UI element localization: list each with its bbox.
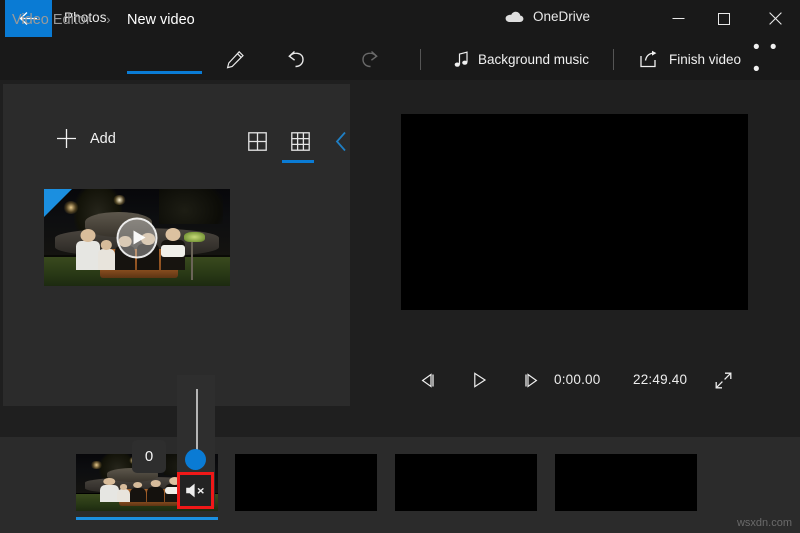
title-bar: Photos OneDrive (0, 0, 800, 38)
fullscreen-button[interactable] (706, 358, 740, 402)
redo-icon (359, 50, 380, 69)
add-media-label: Add (90, 131, 116, 147)
storyboard-timeline: wsxdn.com (0, 437, 800, 533)
minimize-button[interactable] (655, 0, 701, 37)
next-frame-icon (523, 373, 540, 388)
play-icon (473, 372, 487, 388)
toolbar-divider (420, 49, 421, 70)
play-button[interactable] (463, 358, 497, 402)
finish-video-label: Finish video (669, 52, 741, 67)
timeline-clip[interactable] (555, 454, 697, 511)
close-button[interactable] (752, 0, 798, 37)
chevron-left-icon (335, 131, 348, 152)
mute-button-highlight (177, 472, 214, 509)
breadcrumb-video-editor[interactable]: Video Editor (12, 12, 91, 28)
minimize-icon (672, 13, 685, 24)
more-options-button[interactable]: • • • (753, 38, 793, 80)
onedrive-status[interactable]: OneDrive (505, 9, 590, 24)
volume-slider-thumb[interactable] (185, 449, 206, 470)
previous-frame-icon (419, 373, 436, 388)
undo-button[interactable] (275, 38, 317, 80)
video-preview-surface[interactable] (401, 114, 748, 310)
video-editor-window: Photos OneDrive Video Editor › New video (0, 0, 800, 533)
undo-icon (286, 50, 307, 69)
finish-video-button[interactable]: Finish video (630, 38, 751, 80)
background-music-label: Background music (478, 52, 589, 67)
maximize-button[interactable] (701, 0, 747, 37)
next-frame-button[interactable] (514, 358, 548, 402)
breadcrumb-new-video[interactable]: New video (127, 12, 195, 28)
maximize-icon (718, 13, 730, 25)
redo-button[interactable] (348, 38, 390, 80)
music-note-icon (454, 51, 469, 68)
rename-edit-button[interactable] (214, 38, 256, 80)
library-thumbnail-item[interactable] (44, 189, 230, 286)
view-selected-underline (282, 160, 314, 163)
background-music-button[interactable]: Background music (444, 38, 599, 80)
onedrive-label: OneDrive (533, 9, 590, 24)
view-large-thumbnails-button[interactable] (240, 128, 274, 154)
playback-controls: 0:00.00 22:49.40 (401, 358, 748, 402)
close-icon (769, 12, 782, 25)
mute-button[interactable] (180, 475, 211, 506)
plus-icon (56, 128, 77, 149)
fullscreen-icon (715, 372, 732, 389)
timeline-clip[interactable] (395, 454, 537, 511)
speaker-mute-icon (185, 482, 206, 499)
grid-large-icon (248, 132, 267, 151)
share-export-icon (640, 50, 660, 68)
view-small-thumbnails-button[interactable] (283, 128, 317, 154)
timeline-clip[interactable] (235, 454, 377, 511)
pencil-icon (226, 50, 245, 69)
previous-frame-button[interactable] (410, 358, 444, 402)
watermark: wsxdn.com (737, 517, 792, 529)
toolbar-divider-2 (613, 49, 614, 70)
volume-value-tooltip: 0 (132, 440, 166, 473)
breadcrumb-separator-icon: › (106, 11, 111, 27)
project-library-panel: Add (3, 84, 350, 406)
selection-corner-marker (44, 189, 72, 217)
current-time-label: 0:00.00 (554, 372, 600, 387)
breadcrumb-active-underline (127, 71, 202, 74)
collapse-panel-button[interactable] (329, 128, 353, 154)
add-media-button[interactable]: Add (56, 128, 116, 149)
duration-label: 22:49.40 (633, 372, 696, 387)
play-icon[interactable] (117, 217, 158, 258)
grid-small-icon (291, 132, 310, 151)
cloud-icon (505, 10, 524, 23)
clip-selected-underline (76, 517, 218, 520)
